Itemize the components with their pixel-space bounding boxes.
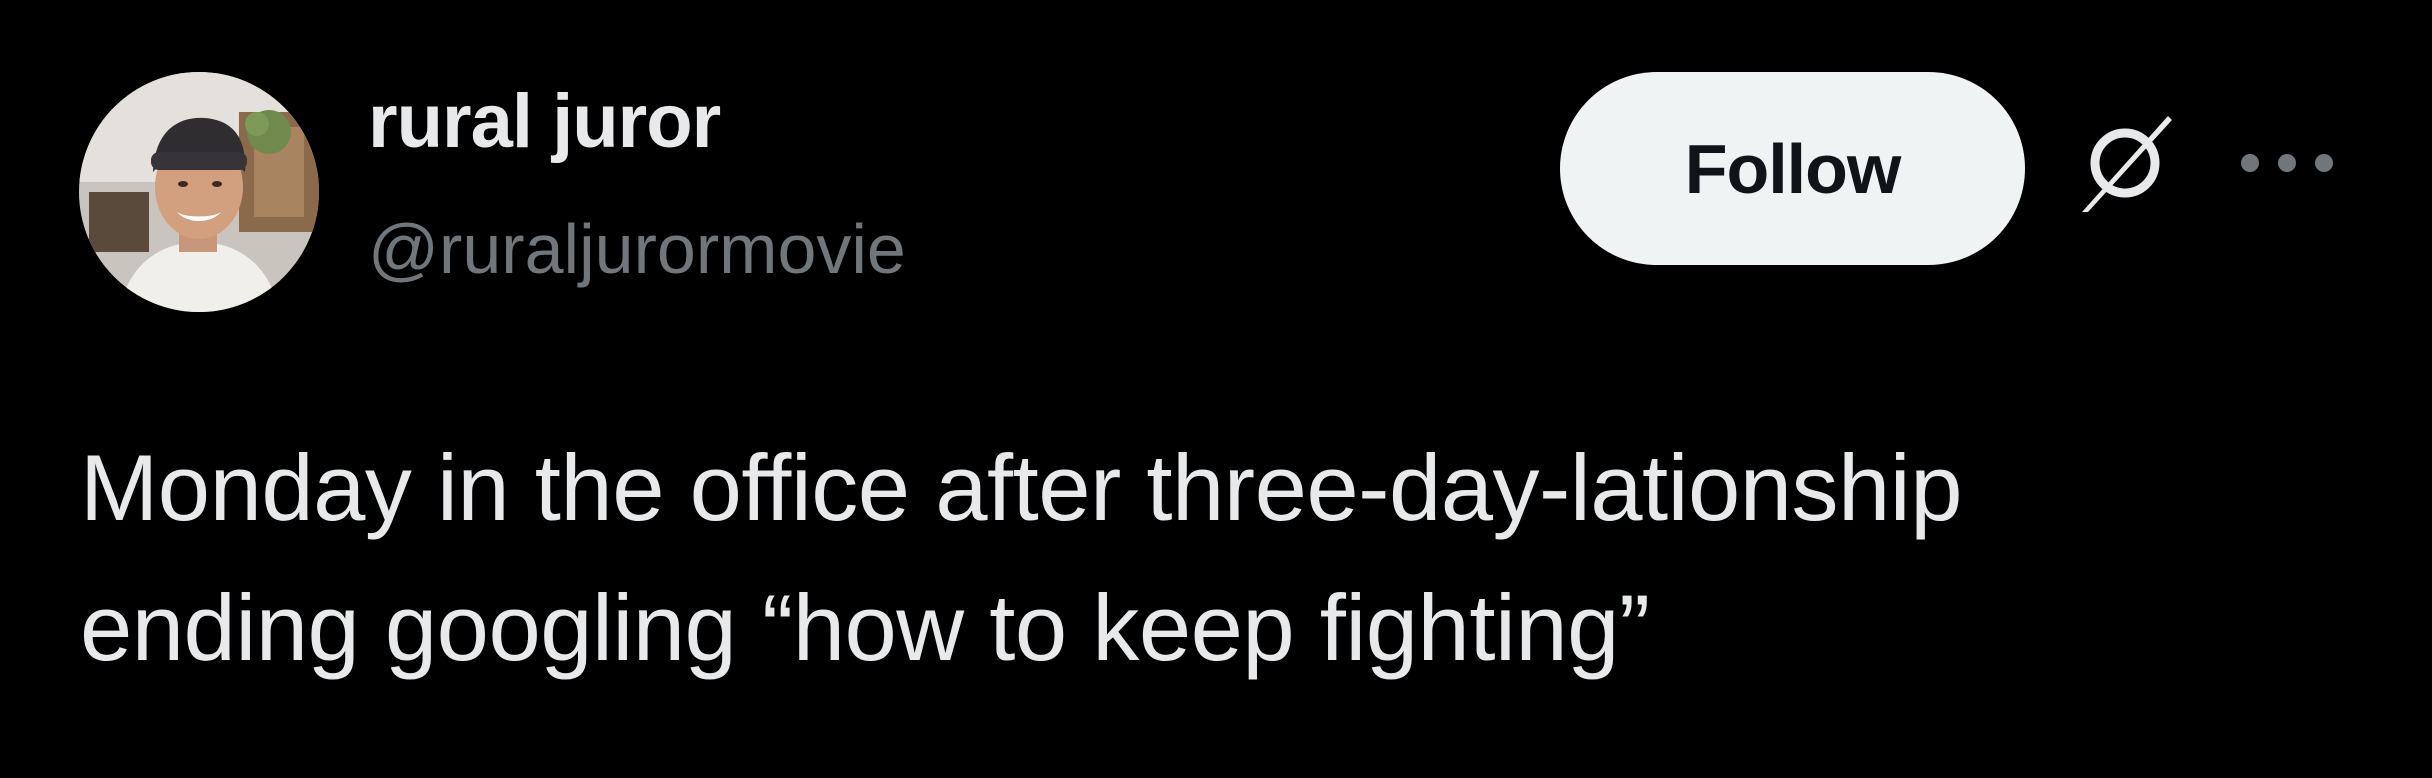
avatar-photo bbox=[79, 72, 319, 312]
author-handle[interactable]: @ruraljurormovie bbox=[368, 214, 906, 284]
more-dots-graphic bbox=[2241, 154, 2333, 172]
follow-button[interactable]: Follow bbox=[1560, 72, 2025, 265]
author-avatar[interactable] bbox=[79, 72, 319, 312]
author-display-name[interactable]: rural juror bbox=[368, 84, 721, 160]
more-horizontal-icon[interactable] bbox=[2238, 148, 2336, 178]
tweet-text-line: ending googling “how to keep fighting” bbox=[80, 575, 1650, 680]
tweet-text: Monday in the office after three-day-lat… bbox=[80, 418, 2380, 698]
grok-icon-graphic bbox=[2082, 116, 2172, 212]
grok-icon[interactable] bbox=[2070, 108, 2180, 218]
tweet-card: rural juror @ruraljurormovie Follow Mond… bbox=[0, 0, 2432, 778]
tweet-text-line: Monday in the office after three-day-lat… bbox=[80, 435, 1962, 540]
